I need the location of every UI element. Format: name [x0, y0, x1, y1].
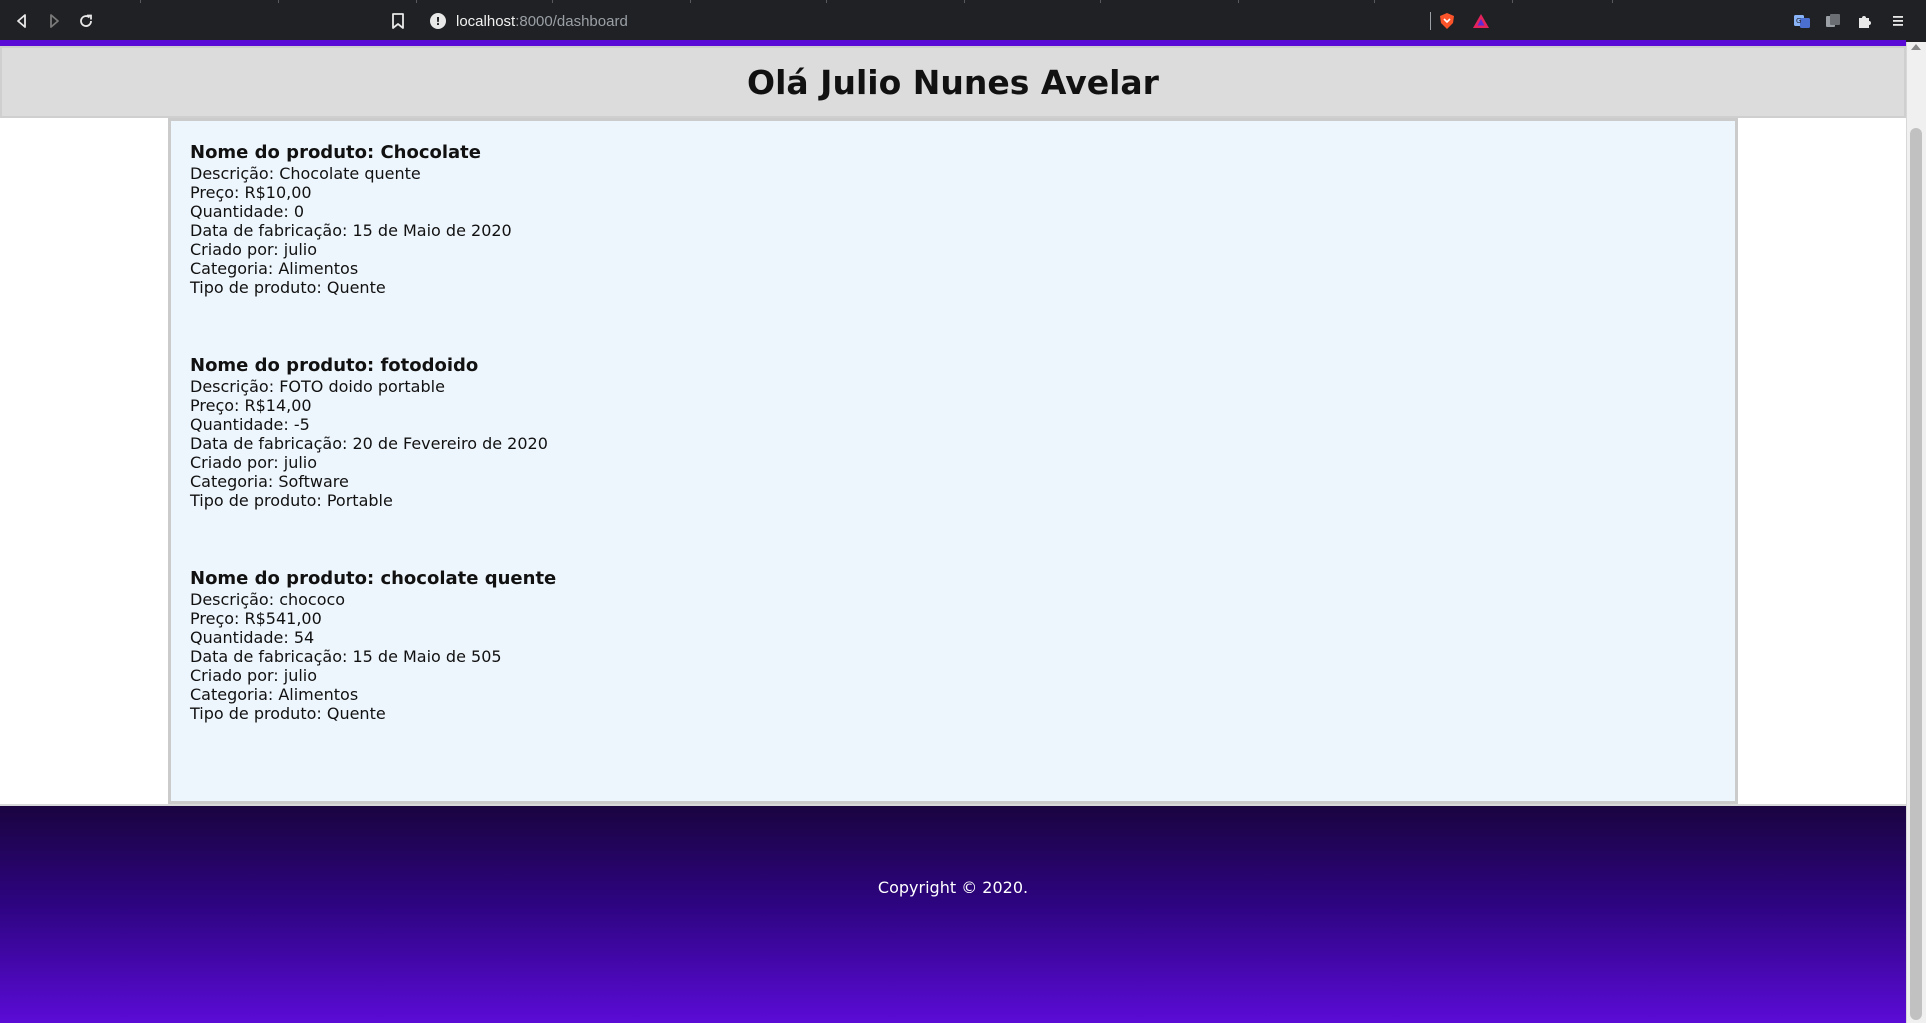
page-footer: Copyright © 2020. [0, 806, 1906, 1023]
extension-icon[interactable] [1823, 11, 1843, 31]
toolbar-divider [1430, 12, 1431, 30]
tab-strip [0, 0, 1926, 3]
reload-icon [80, 14, 92, 27]
back-button[interactable] [10, 9, 34, 33]
browser-toolbar: ! localhost:8000/dashboard G [0, 0, 1926, 42]
product-card: Nome do produto: fotodoido Descrição: FO… [190, 354, 1735, 567]
svg-text:G: G [1796, 17, 1801, 25]
url-path: :8000/dashboard [515, 12, 628, 30]
copyright-text: Copyright © 2020. [877, 878, 1029, 897]
page-title: Olá Julio Nunes Avelar [747, 62, 1159, 102]
product-name: Nome do produto: chocolate quente [190, 568, 557, 589]
forward-icon [50, 14, 59, 28]
product-manufacture-date: Data de fabricação: 15 de Maio de 505 [190, 647, 502, 666]
forward-button[interactable] [42, 9, 66, 33]
reload-button[interactable] [74, 9, 98, 33]
product-type: Tipo de produto: Quente [190, 278, 386, 297]
product-type: Tipo de produto: Quente [190, 704, 386, 723]
products-panel: Nome do produto: Chocolate Descrição: Ch… [168, 118, 1738, 804]
puzzle-extensions-icon[interactable] [1855, 11, 1875, 31]
product-card: Nome do produto: Chocolate Descrição: Ch… [190, 141, 1735, 354]
translate-icon[interactable]: G [1792, 11, 1812, 31]
product-type: Tipo de produto: Portable [190, 491, 393, 510]
brave-shields-icon[interactable] [1437, 11, 1457, 31]
product-quantity: Quantidade: 0 [190, 202, 305, 221]
brave-rewards-icon[interactable] [1471, 11, 1491, 31]
product-price: Preço: R$10,00 [190, 183, 312, 202]
product-manufacture-date: Data de fabricação: 20 de Fevereiro de 2… [190, 434, 548, 453]
url-host: localhost [456, 12, 516, 30]
product-price: Preço: R$541,00 [190, 609, 322, 628]
bookmark-icon [392, 13, 404, 29]
scroll-up-arrow-icon[interactable] [1911, 44, 1921, 50]
product-created-by: Criado por: julio [190, 453, 318, 472]
page-header: Olá Julio Nunes Avelar [0, 46, 1906, 118]
scrollbar-thumb[interactable] [1910, 128, 1922, 1020]
bookmark-button[interactable] [386, 9, 410, 33]
product-name: Nome do produto: fotodoido [190, 355, 479, 376]
product-description: Descrição: FOTO doido portable [190, 377, 445, 396]
product-category: Categoria: Alimentos [190, 259, 359, 278]
product-description: Descrição: Chocolate quente [190, 164, 421, 183]
site-info-icon[interactable]: ! [430, 13, 446, 29]
product-name: Nome do produto: Chocolate [190, 142, 481, 163]
product-created-by: Criado por: julio [190, 666, 318, 685]
product-price: Preço: R$14,00 [190, 396, 312, 415]
product-manufacture-date: Data de fabricação: 15 de Maio de 2020 [190, 221, 512, 240]
product-quantity: Quantidade: -5 [190, 415, 310, 434]
address-bar[interactable]: ! localhost:8000/dashboard [420, 6, 1430, 36]
product-quantity: Quantidade: 54 [190, 628, 315, 647]
product-created-by: Criado por: julio [190, 240, 318, 259]
product-description: Descrição: chococo [190, 590, 346, 609]
back-icon [17, 14, 26, 28]
menu-icon[interactable] [1888, 11, 1908, 31]
product-category: Categoria: Software [190, 472, 349, 491]
product-card: Nome do produto: chocolate quente Descri… [190, 567, 1735, 780]
product-category: Categoria: Alimentos [190, 685, 359, 704]
